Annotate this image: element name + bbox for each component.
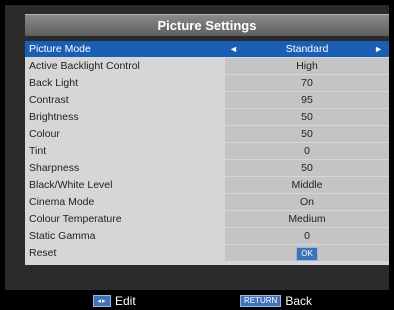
setting-row-contrast[interactable]: Contrast 95 (25, 92, 389, 108)
setting-value[interactable]: 95 (225, 92, 389, 108)
ok-button[interactable]: OK (296, 247, 318, 261)
edit-label: Edit (115, 294, 136, 308)
setting-value[interactable]: 50 (225, 160, 389, 176)
setting-value[interactable]: Medium (225, 211, 389, 227)
setting-row-static-gamma[interactable]: Static Gamma 0 (25, 228, 389, 244)
setting-row-cinema-mode[interactable]: Cinema Mode On (25, 194, 389, 210)
menu-title-text: Picture Settings (157, 18, 257, 33)
setting-value[interactable]: On (225, 194, 389, 210)
setting-label: Static Gamma (29, 230, 96, 242)
setting-row-reset[interactable]: Reset OK (25, 245, 389, 261)
setting-row-black-white-level[interactable]: Black/White Level Middle (25, 177, 389, 193)
setting-label: Cinema Mode (29, 196, 95, 208)
setting-label: Colour Temperature (29, 213, 122, 225)
setting-value[interactable]: 50 (225, 126, 389, 142)
setting-value: OK (225, 245, 389, 261)
setting-label: Back Light (29, 77, 79, 89)
left-arrow-icon[interactable]: ◄ (229, 41, 238, 57)
setting-label: Black/White Level (29, 179, 113, 191)
return-key-badge: RETURN (240, 295, 282, 307)
right-arrow-icon[interactable]: ► (374, 41, 383, 57)
edit-hint: ◂▸ Edit (93, 292, 136, 310)
setting-row-colour-temperature[interactable]: Colour Temperature Medium (25, 211, 389, 227)
setting-label: Active Backlight Control (29, 60, 140, 72)
setting-value[interactable]: 70 (225, 75, 389, 91)
setting-value[interactable]: 50 (225, 109, 389, 125)
setting-value[interactable]: 0 (225, 228, 389, 244)
setting-row-back-light[interactable]: Back Light 70 (25, 75, 389, 91)
setting-label: Brightness (29, 111, 79, 123)
back-hint: RETURN Back (240, 292, 312, 310)
setting-row-colour[interactable]: Colour 50 (25, 126, 389, 142)
setting-value[interactable]: ◄ Standard ► (225, 41, 389, 57)
setting-row-brightness[interactable]: Brightness 50 (25, 109, 389, 125)
setting-row-sharpness[interactable]: Sharpness 50 (25, 160, 389, 176)
setting-value[interactable]: 0 (225, 143, 389, 159)
setting-value[interactable]: Middle (225, 177, 389, 193)
setting-label: Reset (29, 247, 57, 259)
setting-row-active-backlight-control[interactable]: Active Backlight Control High (25, 58, 389, 74)
setting-label: Tint (29, 145, 47, 157)
setting-label: Contrast (29, 94, 69, 106)
settings-list: Picture Mode ◄ Standard ► Active Backlig… (25, 41, 389, 265)
menu-title: Picture Settings (25, 14, 389, 36)
setting-value[interactable]: High (225, 58, 389, 74)
setting-row-tint[interactable]: Tint 0 (25, 143, 389, 159)
footer-hints: ◂▸ Edit RETURN Back (0, 292, 394, 310)
setting-label: Colour (29, 128, 60, 140)
setting-label: Picture Mode (29, 43, 91, 55)
setting-label: Sharpness (29, 162, 80, 174)
tv-screen: Picture Settings Picture Mode ◄ Standard… (0, 0, 394, 310)
left-right-nav-icon: ◂▸ (93, 295, 111, 307)
setting-row-picture-mode[interactable]: Picture Mode ◄ Standard ► (25, 41, 389, 57)
back-label: Back (285, 294, 313, 308)
